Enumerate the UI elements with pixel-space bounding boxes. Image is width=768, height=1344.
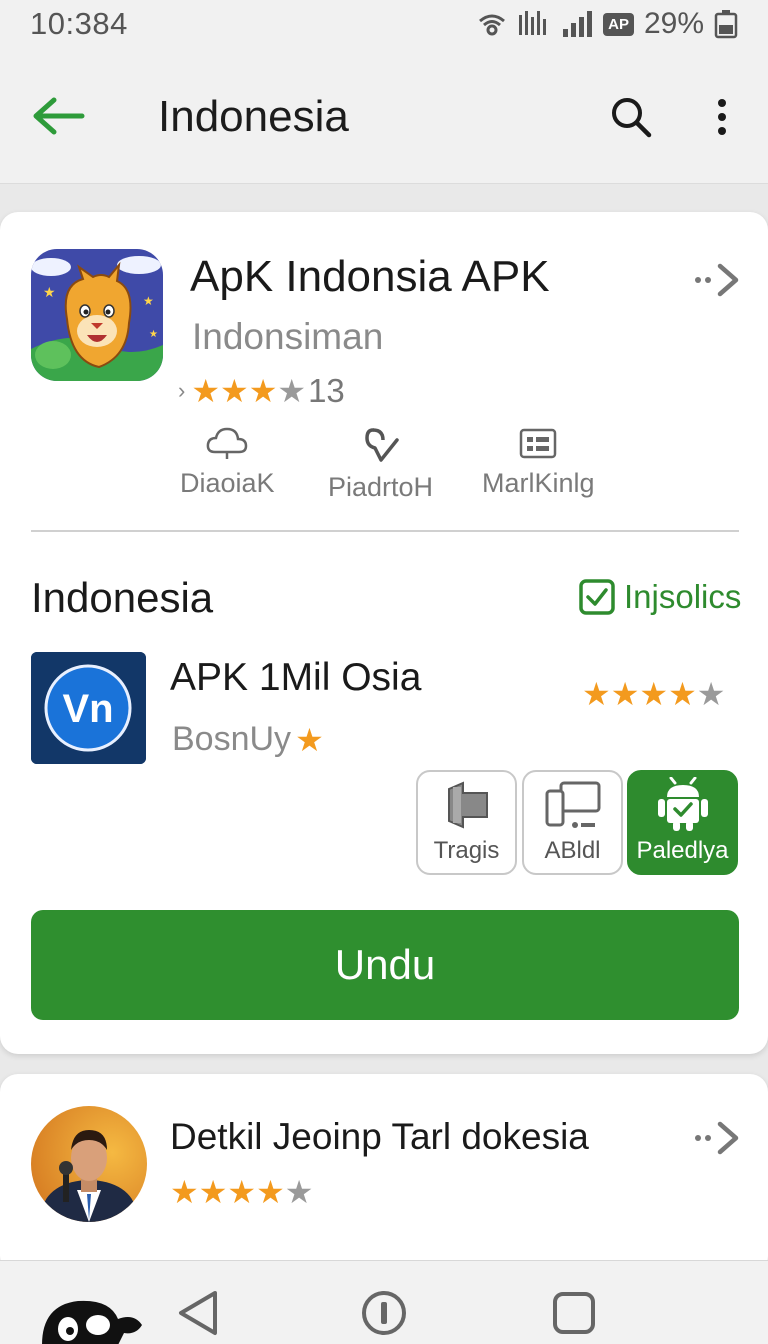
chip-devices[interactable]: ABldl xyxy=(522,770,623,875)
signal-bars-icon xyxy=(563,11,593,37)
verified-label: Injsolics xyxy=(624,578,742,615)
svg-text:★: ★ xyxy=(143,294,154,308)
chip-label: Paledlya xyxy=(636,837,729,864)
app-icon-vn[interactable]: Vn xyxy=(31,652,146,764)
nav-home-button[interactable] xyxy=(356,1285,412,1341)
app-developer[interactable]: Indonsiman xyxy=(192,316,383,358)
star-icon: ★ xyxy=(227,1174,257,1210)
action-calendar[interactable]: MarlKinlg xyxy=(482,426,595,499)
search-icon xyxy=(612,98,652,138)
app-rating: › ★ ★ ★ ★ 13 xyxy=(178,372,345,410)
tag-icon xyxy=(447,781,488,829)
app-developer-secondary[interactable]: BosnUy ★ xyxy=(172,720,324,759)
star-icon: ★ xyxy=(191,373,221,409)
section-title: Indonesia xyxy=(31,574,214,621)
app-title-secondary[interactable]: APK 1Mil Osia xyxy=(170,656,421,700)
star-icon: ★ xyxy=(582,676,611,712)
system-nav-bar xyxy=(0,1260,768,1344)
chip-android[interactable]: Paledlya xyxy=(627,770,738,875)
action-label: PiadrtoH xyxy=(328,472,434,502)
app-title[interactable]: ApK Indonsia APK xyxy=(190,252,550,302)
back-button[interactable] xyxy=(28,92,88,140)
nav-back-button[interactable] xyxy=(170,1285,226,1341)
action-cloud[interactable]: DiaoiaK xyxy=(180,426,275,499)
nav-recents-button[interactable] xyxy=(546,1285,602,1341)
star-icon: ★ xyxy=(256,1174,285,1210)
app-detail-card: ★ ★ ★ ApK Indonsia APK Indonsiman › ★ ★ … xyxy=(0,212,768,1054)
article-card[interactable]: Detkil Jeoinp Tarl dokesia ★ ★ ★ ★ ★ xyxy=(0,1074,768,1274)
signal-data-icon xyxy=(519,11,547,35)
status-bar: 10:384 AP 29% xyxy=(0,0,768,48)
android-icon xyxy=(657,777,708,831)
action-label: DiaoiaK xyxy=(180,468,275,498)
star-icon: ★ xyxy=(198,1174,228,1210)
devices-icon xyxy=(545,781,600,828)
open-article-button[interactable] xyxy=(690,1118,746,1158)
chip-tag[interactable]: Tragis xyxy=(416,770,517,875)
star-icon: ★ xyxy=(248,373,278,409)
star-icon: ★ xyxy=(639,676,669,712)
app-rating-secondary: ★ ★ ★ ★ ★ xyxy=(582,678,725,710)
developer-name: BosnUy xyxy=(172,720,292,758)
dots-chevron-right-icon xyxy=(695,1121,739,1155)
checkbox-checked-icon xyxy=(579,579,615,615)
star-icon: ★ xyxy=(220,373,249,409)
app-icon-lion[interactable]: ★ ★ ★ xyxy=(31,249,163,381)
star-icon: ★ xyxy=(610,676,640,712)
open-details-button[interactable] xyxy=(690,260,746,300)
vn-logo-text: Vn xyxy=(62,687,113,731)
square-recents-icon xyxy=(553,1292,595,1334)
star-icon: ★ xyxy=(295,721,324,758)
chip-label: Tragis xyxy=(433,837,500,864)
star-icon: ★ xyxy=(668,676,697,712)
arrow-left-icon xyxy=(33,97,85,135)
calendar-icon xyxy=(520,428,557,459)
action-label: MarlKinlg xyxy=(482,468,595,498)
avatar xyxy=(31,1106,147,1222)
wifi-icon xyxy=(479,14,506,36)
more-vert-icon xyxy=(718,99,726,135)
svg-text:★: ★ xyxy=(43,284,56,300)
battery-percent: 29% xyxy=(643,7,704,40)
cloud-icon xyxy=(206,427,248,459)
article-rating: ★ ★ ★ ★ ★ xyxy=(170,1176,313,1208)
page-title: Indonesia xyxy=(158,92,349,141)
search-button[interactable] xyxy=(606,92,656,142)
download-button[interactable]: Undu xyxy=(31,910,739,1020)
star-icon: ★ xyxy=(170,1174,199,1210)
article-title[interactable]: Detkil Jeoinp Tarl dokesia xyxy=(170,1116,589,1158)
verified-badge[interactable]: Injsolics xyxy=(578,578,741,616)
ap-badge: AP xyxy=(603,12,634,36)
status-time: 10:384 xyxy=(30,6,128,41)
dots-chevron-right-icon xyxy=(695,263,739,297)
pin-check-icon xyxy=(364,428,399,462)
svg-text:★: ★ xyxy=(149,329,158,340)
rating-count: 13 xyxy=(308,372,345,409)
status-icons: AP 29% xyxy=(477,7,738,41)
divider xyxy=(31,530,739,532)
triangle-back-icon xyxy=(179,1291,217,1335)
star-icon: ★ xyxy=(696,676,726,712)
action-pin[interactable]: PiadrtoH xyxy=(328,426,433,503)
caret-icon: › xyxy=(178,378,186,403)
chip-label: ABldl xyxy=(544,837,601,864)
more-options-button[interactable] xyxy=(700,92,744,142)
mascot-icon xyxy=(42,1300,142,1344)
star-icon: ★ xyxy=(277,373,307,409)
star-icon: ★ xyxy=(284,1174,314,1210)
home-circle-icon xyxy=(362,1291,406,1335)
battery-icon xyxy=(714,10,738,39)
app-bar: Indonesia xyxy=(0,48,768,184)
